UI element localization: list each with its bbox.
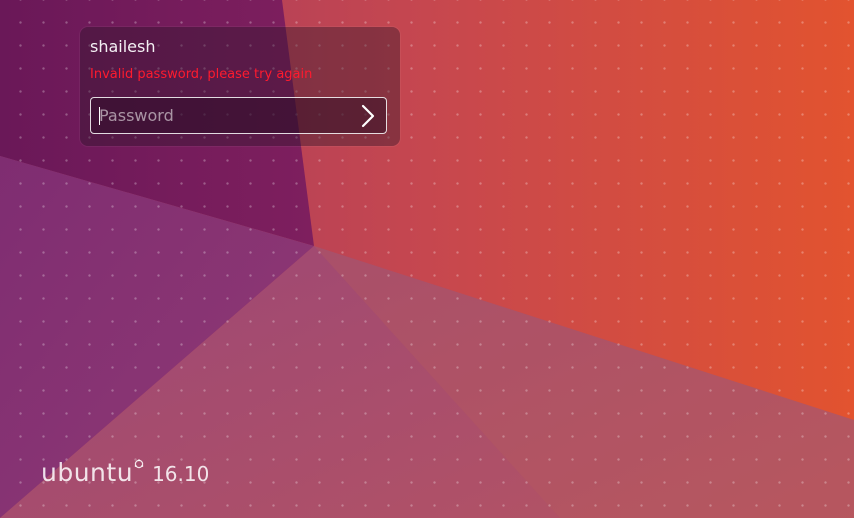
password-field[interactable] xyxy=(90,97,387,134)
login-box: shailesh Invalid password, please try ag… xyxy=(80,27,400,146)
password-input[interactable] xyxy=(99,98,349,133)
ubuntu-wordmark: ubuntu xyxy=(41,458,134,487)
ubuntu-branding: ubuntu 16.10 xyxy=(41,458,209,487)
text-caret xyxy=(99,107,100,125)
ubuntu-circle-of-friends-icon xyxy=(134,454,144,469)
username-label: shailesh xyxy=(90,37,156,56)
version-label: 16.10 xyxy=(152,462,210,486)
error-message: Invalid password, please try again xyxy=(90,67,313,82)
chevron-right-icon[interactable] xyxy=(354,102,380,130)
